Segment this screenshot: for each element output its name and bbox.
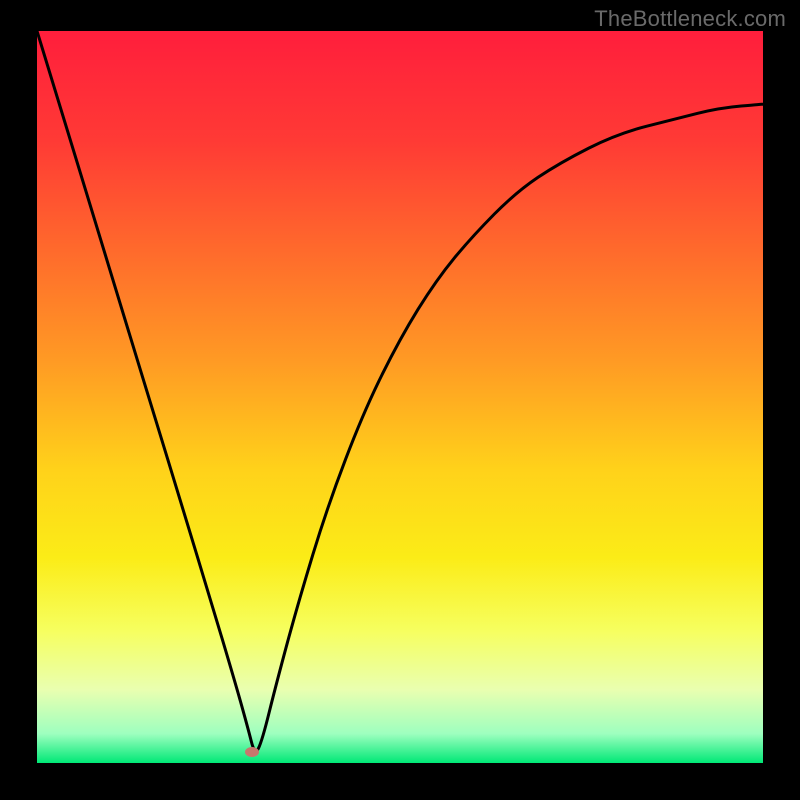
plot-area: [37, 31, 763, 763]
optimal-point-marker: [245, 747, 259, 757]
chart-frame: TheBottleneck.com: [0, 0, 800, 800]
watermark-text: TheBottleneck.com: [594, 6, 786, 32]
